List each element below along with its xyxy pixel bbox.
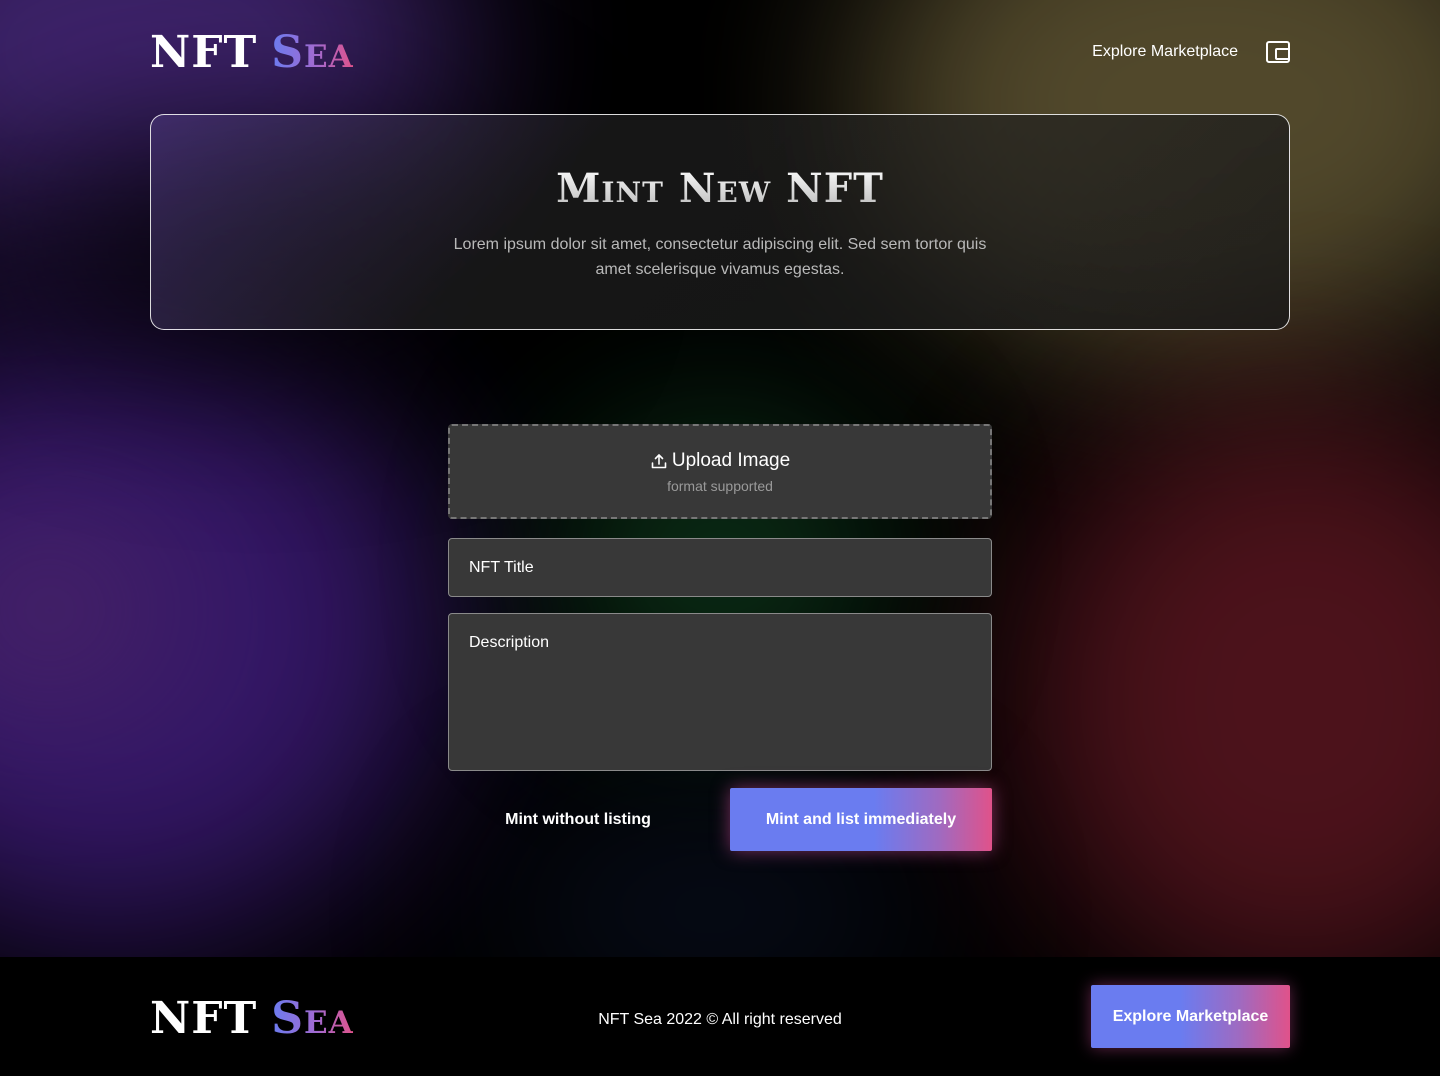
form-actions: Mint without listing Mint and list immed…	[448, 788, 992, 851]
site-header: NFT Sea Explore Marketplace	[150, 22, 1290, 82]
logo[interactable]: NFT Sea	[150, 27, 354, 78]
mint-form: Upload Image format supported Mint witho…	[448, 424, 992, 851]
header-nav: Explore Marketplace	[1092, 41, 1290, 63]
upload-row: Upload Image	[650, 450, 790, 472]
site-footer: NFT Sea NFT Sea 2022 © All right reserve…	[0, 957, 1440, 1076]
logo-primary: NFT	[150, 26, 258, 78]
description-input[interactable]	[448, 613, 992, 771]
upload-image-dropzone[interactable]: Upload Image format supported	[448, 424, 992, 519]
upload-image-label: Upload Image	[671, 449, 791, 471]
mint-and-list-button[interactable]: Mint and list immediately	[730, 788, 992, 851]
footer-explore-marketplace-button[interactable]: Explore Marketplace	[1091, 985, 1290, 1048]
hero-card: Mint New NFT Lorem ipsum dolor sit amet,…	[150, 114, 1290, 330]
upload-icon	[651, 453, 667, 468]
logo-secondary: Sea	[271, 26, 354, 78]
upload-format-hint: format supported	[667, 477, 773, 494]
nft-title-input[interactable]	[448, 538, 992, 597]
mint-without-listing-button[interactable]: Mint without listing	[448, 788, 708, 851]
explore-marketplace-link[interactable]: Explore Marketplace	[1092, 43, 1238, 61]
wallet-icon[interactable]	[1266, 41, 1290, 63]
page-title: Mint New NFT	[151, 165, 1289, 212]
page-subtitle: Lorem ipsum dolor sit amet, consectetur …	[453, 236, 987, 278]
